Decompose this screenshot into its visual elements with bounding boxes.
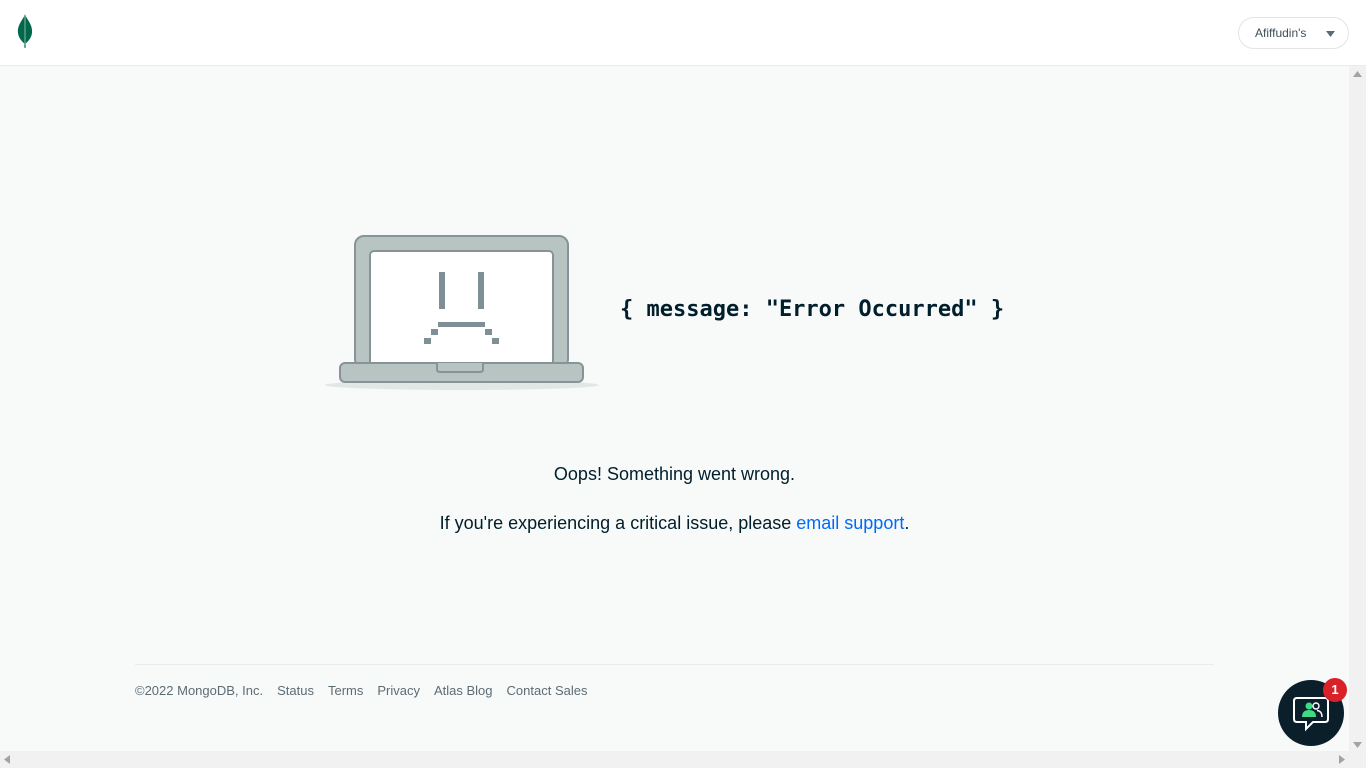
footer-link-status[interactable]: Status: [277, 683, 314, 698]
footer-link-terms[interactable]: Terms: [328, 683, 363, 698]
mongodb-leaf-logo[interactable]: [15, 14, 35, 48]
chat-support-icon: [1293, 697, 1329, 732]
sad-laptop-illustration: [325, 235, 599, 390]
footer-link-privacy[interactable]: Privacy: [377, 683, 420, 698]
email-support-link[interactable]: email support: [796, 513, 904, 533]
scroll-up-arrow-icon[interactable]: [1353, 71, 1362, 77]
top-navigation-bar: Afiffudin's: [0, 0, 1366, 66]
footer-divider: [135, 664, 1214, 665]
caret-down-icon: [1326, 31, 1335, 37]
scroll-down-arrow-icon[interactable]: [1353, 742, 1362, 748]
footer-link-contact-sales[interactable]: Contact Sales: [507, 683, 588, 698]
critical-issue-text: If you're experiencing a critical issue,…: [0, 513, 1349, 534]
footer-copyright: ©2022 MongoDB, Inc.: [135, 683, 264, 698]
error-code-message: { message: "Error Occurred" }: [620, 297, 1005, 322]
horizontal-scrollbar[interactable]: [0, 751, 1366, 768]
chat-notification-badge: 1: [1323, 678, 1347, 702]
critical-issue-suffix: .: [904, 513, 910, 533]
error-heading: Oops! Something went wrong.: [553, 464, 796, 484]
footer-link-atlas-blog[interactable]: Atlas Blog: [434, 683, 493, 698]
scroll-right-arrow-icon[interactable]: [1339, 755, 1345, 764]
organization-select-label: Afiffudin's: [1255, 26, 1307, 40]
footer: ©2022 MongoDB, Inc. Status Terms Privacy…: [135, 683, 587, 698]
critical-issue-prefix: If you're experiencing a critical issue,…: [439, 513, 797, 533]
vertical-scrollbar[interactable]: [1349, 66, 1366, 751]
organization-select[interactable]: Afiffudin's: [1238, 17, 1349, 49]
scroll-left-arrow-icon[interactable]: [4, 755, 10, 764]
